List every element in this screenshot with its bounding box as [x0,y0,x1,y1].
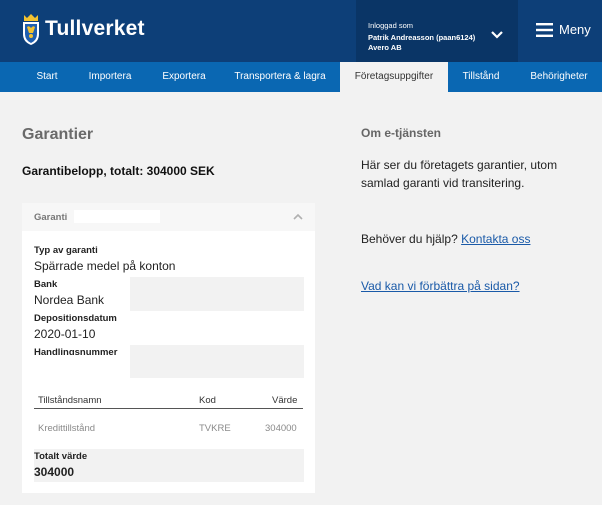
table-cell-value: 304000 [265,423,297,434]
improve-page-link[interactable]: Vad kan vi förbättra på sidan? [361,279,520,293]
chevron-up-icon[interactable] [293,213,303,220]
field-value-bank: Nordea Bank [34,293,105,307]
sidebar-title: Om e-tjänsten [361,126,442,140]
main-content: Garantier Garantibelopp, totalt: 304000 … [0,92,602,505]
field-band [130,277,304,311]
logged-in-label: Inloggad som [368,21,414,30]
field-label-guarantee-type: Typ av garanti [34,245,98,256]
table-header-permit-name: Tillståndsnamn [38,395,102,406]
crown-crest-icon [23,14,39,45]
user-account-menu[interactable]: Inloggad som Patrik Andreasson (paan6124… [356,0,518,62]
menu-label: Meny [559,22,591,37]
tab-behorigheter[interactable]: Behörigheter [520,62,598,92]
help-line: Behöver du hjälp? Kontakta oss [361,232,530,246]
guarantee-card-header[interactable]: Garanti [22,203,315,231]
field-band [130,345,304,378]
field-value-guarantee-type: Spärrade medel på konton [34,259,176,273]
sidebar-description: Här ser du företagets garantier, utom sa… [361,158,558,190]
contact-us-link[interactable]: Kontakta oss [461,232,530,246]
total-value-label: Totalt värde [34,451,88,462]
field-label-deposit-date: Depositionsdatum [34,313,117,324]
redacted-area [34,355,128,375]
user-organization: Avero AB [368,43,402,52]
guarantee-card-title: Garanti [34,212,68,223]
tab-transportera-lagra[interactable]: Transportera & lagra [224,62,336,92]
tab-exportera[interactable]: Exportera [150,62,218,92]
user-name: Patrik Andreasson (paan6124) [368,33,476,42]
tab-importera[interactable]: Importera [76,62,144,92]
guarantee-card: Garanti Typ av garanti Spärrade medel på… [22,203,315,493]
total-guarantee-amount: Garantibelopp, totalt: 304000 SEK [22,164,215,178]
hamburger-icon [536,22,553,37]
redacted-area [74,210,160,223]
tab-tillstand[interactable]: Tillstånd [452,62,510,92]
logo-text: Tullverket [45,17,145,40]
table-cell-code: TVKRE [199,423,231,434]
site-header: Tullverket Inloggad som Patrik Andreasso… [0,0,602,62]
field-label-bank: Bank [34,279,58,290]
total-value: 304000 [34,465,75,479]
tab-foretagsuppgifter[interactable]: Företagsuppgifter [340,62,448,92]
table-cell-permit-name: Kredittillstånd [38,423,96,434]
menu-button[interactable]: Meny [536,22,591,37]
tab-start[interactable]: Start [22,62,72,92]
table-divider [34,408,303,409]
table-header-code: Kod [199,395,216,406]
page-title: Garantier [22,126,94,143]
chevron-down-icon[interactable] [491,31,503,39]
tullverket-logo[interactable]: Tullverket [20,12,145,46]
help-text: Behöver du hjälp? [361,232,458,246]
table-header-value: Värde [272,395,298,406]
field-value-deposit-date: 2020-01-10 [34,327,96,341]
main-navigation: Start Importera Exportera Transportera &… [0,62,602,92]
